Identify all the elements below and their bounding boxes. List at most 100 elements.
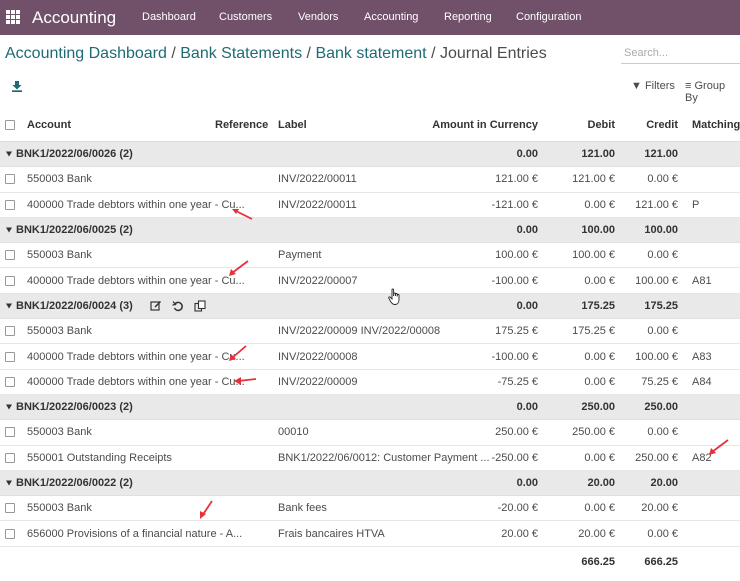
- row-checkbox[interactable]: [5, 326, 15, 337]
- row-checkbox[interactable]: [5, 503, 15, 514]
- row-checkbox[interactable]: [5, 351, 15, 362]
- row-credit: 0.00 €: [647, 173, 678, 186]
- row-debit: 0.00 €: [584, 502, 615, 515]
- top-navbar: Accounting Dashboard Customers Vendors A…: [0, 0, 740, 35]
- row-checkbox[interactable]: [5, 250, 15, 261]
- breadcrumb-separator: /: [431, 45, 436, 62]
- download-icon[interactable]: [11, 80, 23, 92]
- row-debit: 250.00 €: [572, 426, 615, 439]
- breadcrumb-bank-statement[interactable]: Bank statement: [315, 45, 426, 62]
- group-row[interactable]: BNK1/2022/06/0025 (2) 0.00 100.00 100.00: [0, 217, 740, 244]
- row-account: 400000 Trade debtors within one year - C…: [27, 198, 245, 211]
- group-by-icon: ≡: [685, 80, 692, 92]
- menu-vendors[interactable]: Vendors: [298, 11, 338, 23]
- row-credit: 0.00 €: [647, 426, 678, 439]
- caret-down-icon: [6, 151, 12, 157]
- annotation-arrow-icon: [709, 439, 729, 455]
- row-amount: -250.00 €: [491, 451, 538, 464]
- breadcrumb-accounting-dashboard[interactable]: Accounting Dashboard: [5, 45, 167, 62]
- row-debit: 175.25 €: [572, 325, 615, 338]
- row-credit: 0.00 €: [647, 325, 678, 338]
- search-box: [621, 42, 740, 64]
- select-all-checkbox[interactable]: [5, 119, 15, 130]
- row-debit: 0.00 €: [584, 451, 615, 464]
- row-label: INV/2022/00007: [278, 274, 358, 287]
- table-row[interactable]: 550001 Outstanding Receipts BNK1/2022/06…: [0, 446, 740, 471]
- row-checkbox[interactable]: [5, 275, 15, 286]
- row-checkbox[interactable]: [5, 174, 15, 185]
- group-name: BNK1/2022/06/0024 (3): [16, 299, 133, 312]
- row-amount: -75.25 €: [497, 375, 538, 388]
- row-account: 550003 Bank: [27, 325, 92, 338]
- header-reference[interactable]: Reference: [215, 119, 268, 131]
- group-amount: 0.00: [516, 477, 538, 489]
- group-row[interactable]: BNK1/2022/06/0026 (2) 0.00 121.00 121.00: [0, 142, 740, 168]
- row-amount: -100.00 €: [491, 274, 538, 287]
- row-checkbox[interactable]: [5, 528, 15, 539]
- menu-accounting[interactable]: Accounting: [364, 11, 418, 23]
- row-account: 550003 Bank: [27, 173, 92, 186]
- caret-down-icon: [6, 480, 12, 486]
- undo-icon[interactable]: [172, 300, 184, 312]
- group-by-label: Group By: [685, 80, 726, 104]
- annotation-arrow-icon: [234, 377, 257, 385]
- header-credit[interactable]: Credit: [646, 119, 678, 131]
- row-account: 400000 Trade debtors within one year - C…: [27, 274, 245, 287]
- row-account: 550003 Bank: [27, 426, 92, 439]
- annotation-arrow-icon: [229, 260, 249, 276]
- row-account: 550003 Bank: [27, 502, 92, 515]
- group-name: BNK1/2022/06/0026 (2): [16, 148, 133, 161]
- table-row[interactable]: 550003 Bank INV/2022/00009 INV/2022/0000…: [0, 319, 740, 345]
- menu-dashboard[interactable]: Dashboard: [142, 11, 196, 23]
- app-name[interactable]: Accounting: [32, 8, 116, 28]
- group-name: BNK1/2022/06/0022 (2): [16, 477, 133, 489]
- filter-icon: ▼: [631, 80, 642, 92]
- header-amount-in-currency[interactable]: Amount in Currency: [432, 119, 538, 131]
- table-row[interactable]: 400000 Trade debtors within one year - C…: [0, 268, 740, 294]
- header-account[interactable]: Account: [27, 119, 71, 131]
- group-row[interactable]: BNK1/2022/06/0023 (2) 0.00 250.00 250.00: [0, 394, 740, 421]
- header-debit[interactable]: Debit: [588, 119, 616, 131]
- group-row[interactable]: BNK1/2022/06/0022 (2) 0.00 20.00 20.00: [0, 470, 740, 497]
- row-checkbox[interactable]: [5, 452, 15, 463]
- row-debit: 0.00 €: [584, 350, 615, 363]
- table-row[interactable]: 550003 Bank Bank fees -20.00 € 0.00 € 20…: [0, 496, 740, 522]
- row-debit: 100.00 €: [572, 249, 615, 262]
- table-row[interactable]: 400000 Trade debtors within one year - C…: [0, 344, 740, 370]
- group-by-button[interactable]: ≡ Group By: [685, 80, 740, 104]
- edit-icon[interactable]: [150, 300, 162, 312]
- table-row[interactable]: 550003 Bank Payment 100.00 € 100.00 € 0.…: [0, 243, 740, 269]
- filters-button[interactable]: ▼ Filters: [631, 80, 675, 92]
- group-credit: 250.00: [644, 401, 678, 414]
- breadcrumb-bank-statements[interactable]: Bank Statements: [180, 45, 302, 62]
- table-row[interactable]: 400000 Trade debtors within one year - C…: [0, 370, 740, 395]
- menu-configuration[interactable]: Configuration: [516, 11, 581, 23]
- group-amount: 0.00: [516, 401, 538, 414]
- search-input[interactable]: [621, 42, 740, 63]
- row-checkbox[interactable]: [5, 199, 15, 210]
- group-credit: 100.00: [644, 224, 678, 237]
- row-debit: 0.00 €: [584, 198, 615, 211]
- group-debit: 100.00: [581, 224, 615, 237]
- group-row[interactable]: BNK1/2022/06/0024 (3) 0.00 175.25 175.25: [0, 293, 740, 320]
- table-row[interactable]: 656000 Provisions of a financial nature …: [0, 521, 740, 547]
- table-row[interactable]: 400000 Trade debtors within one year - C…: [0, 193, 740, 218]
- group-debit: 20.00: [587, 477, 615, 489]
- header-label[interactable]: Label: [278, 119, 307, 131]
- header-matching[interactable]: Matching: [692, 119, 740, 131]
- group-amount: 0.00: [516, 148, 538, 161]
- row-label: Payment: [278, 249, 322, 262]
- duplicate-icon[interactable]: [194, 300, 206, 312]
- menu-customers[interactable]: Customers: [219, 11, 272, 23]
- table-row[interactable]: 550003 Bank 00010 250.00 € 250.00 € 0.00…: [0, 420, 740, 446]
- row-checkbox[interactable]: [5, 427, 15, 438]
- journal-items-table: Account Reference Label Amount in Curren…: [0, 108, 740, 577]
- row-credit: 0.00 €: [647, 249, 678, 262]
- row-credit: 20.00 €: [641, 502, 678, 515]
- row-amount: -100.00 €: [491, 350, 538, 363]
- menu-reporting[interactable]: Reporting: [444, 11, 492, 23]
- hand-cursor-icon: [388, 288, 400, 305]
- apps-menu-icon[interactable]: [6, 10, 20, 24]
- table-row[interactable]: 550003 Bank INV/2022/00011 121.00 € 121.…: [0, 167, 740, 193]
- row-checkbox[interactable]: [5, 376, 15, 387]
